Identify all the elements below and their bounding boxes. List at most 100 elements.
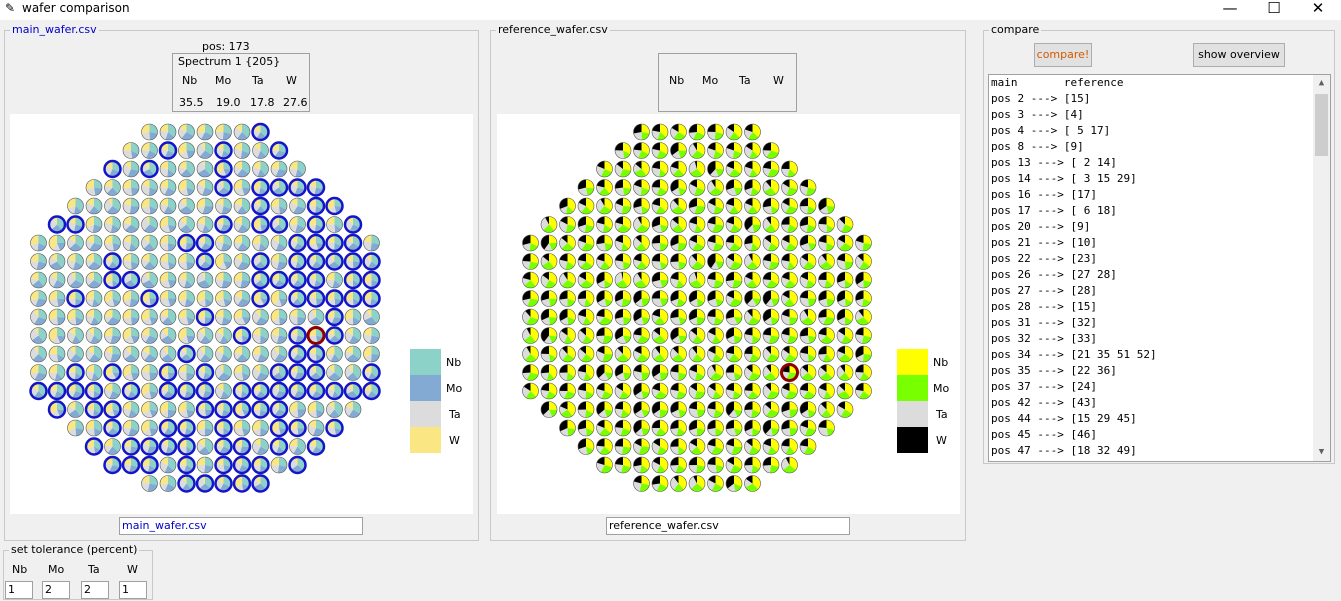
- wafer-spot[interactable]: [596, 271, 613, 289]
- wafer-spot[interactable]: [251, 196, 270, 216]
- wafer-spot[interactable]: [633, 271, 650, 289]
- wafer-spot[interactable]: [836, 345, 854, 363]
- wafer-spot[interactable]: [158, 418, 178, 438]
- wafer-spot[interactable]: [633, 401, 650, 418]
- wafer-spot[interactable]: [122, 327, 140, 344]
- show-overview-button[interactable]: show overview: [1193, 43, 1285, 67]
- wafer-spot[interactable]: [540, 308, 558, 326]
- wafer-spot[interactable]: [670, 216, 687, 233]
- wafer-spot[interactable]: [744, 197, 761, 215]
- wafer-spot[interactable]: [688, 419, 706, 437]
- wafer-spot[interactable]: [762, 142, 780, 159]
- wafer-spot[interactable]: [688, 234, 706, 252]
- wafer-spot[interactable]: [85, 327, 103, 344]
- wafer-spot[interactable]: [122, 345, 140, 363]
- wafer-spot[interactable]: [725, 401, 743, 418]
- wafer-spot[interactable]: [818, 364, 835, 381]
- wafer-spot[interactable]: [159, 308, 177, 326]
- wafer-spot[interactable]: [651, 197, 669, 215]
- wafer-spot[interactable]: [362, 381, 381, 401]
- wafer-spot[interactable]: [670, 438, 687, 455]
- wafer-spot[interactable]: [762, 216, 780, 233]
- wafer-spot[interactable]: [633, 216, 650, 233]
- wafer-spot[interactable]: [325, 381, 344, 401]
- wafer-spot[interactable]: [651, 253, 669, 270]
- wafer-spot[interactable]: [288, 455, 307, 475]
- wafer-spot[interactable]: [66, 289, 85, 308]
- wafer-spot[interactable]: [269, 381, 289, 401]
- wafer-spot[interactable]: [326, 271, 343, 289]
- wafer-spot[interactable]: [252, 308, 269, 326]
- wafer-spot[interactable]: [762, 401, 780, 418]
- wafer-spot[interactable]: [596, 438, 613, 455]
- wafer-spot[interactable]: [251, 289, 270, 308]
- wafer-spot[interactable]: [141, 142, 158, 159]
- wafer-spot[interactable]: [252, 142, 269, 159]
- wafer-spot[interactable]: [614, 438, 632, 455]
- wafer-spot[interactable]: [48, 345, 66, 363]
- wafer-spot[interactable]: [633, 456, 650, 474]
- wafer-spot[interactable]: [670, 456, 687, 474]
- wafer-spot[interactable]: [195, 474, 215, 493]
- wafer-spot[interactable]: [799, 234, 817, 252]
- wafer-spot[interactable]: [288, 233, 307, 253]
- wafer-spot[interactable]: [178, 179, 195, 196]
- wafer-spot[interactable]: [818, 308, 835, 326]
- wafer-spot[interactable]: [725, 345, 743, 363]
- wafer-spot[interactable]: [30, 345, 47, 363]
- wafer-spot[interactable]: [85, 308, 103, 326]
- wafer-spot[interactable]: [781, 234, 798, 252]
- list-item[interactable]: pos 32 ---> [33]: [989, 331, 1330, 347]
- wafer-spot[interactable]: [855, 290, 872, 307]
- wafer-spot[interactable]: [559, 216, 576, 233]
- wafer-spot[interactable]: [614, 327, 632, 344]
- wafer-spot[interactable]: [596, 253, 613, 270]
- wafer-spot[interactable]: [725, 308, 743, 326]
- wafer-spot[interactable]: [596, 419, 613, 437]
- wafer-spot[interactable]: [651, 475, 669, 492]
- wafer-spot[interactable]: [251, 215, 270, 234]
- wafer-spot[interactable]: [251, 178, 270, 197]
- wafer-spot[interactable]: [104, 179, 121, 196]
- wafer-spot[interactable]: [270, 160, 288, 178]
- wafer-spot[interactable]: [725, 438, 743, 455]
- wafer-spot[interactable]: [344, 401, 362, 418]
- wafer-spot[interactable]: [48, 364, 66, 381]
- wafer-spot[interactable]: [158, 437, 178, 456]
- wafer-spot[interactable]: [343, 270, 363, 290]
- wafer-spot[interactable]: [670, 327, 687, 344]
- wafer-spot[interactable]: [633, 438, 650, 455]
- wafer-spot[interactable]: [122, 179, 140, 196]
- main-wafer-map[interactable]: [10, 114, 473, 514]
- wafer-spot[interactable]: [215, 271, 232, 289]
- wafer-spot[interactable]: [818, 234, 835, 252]
- compare-result-list[interactable]: main reference pos 2 ---> [15] pos 3 --->…: [988, 74, 1331, 462]
- wafer-spot[interactable]: [651, 401, 669, 418]
- wafer-spot[interactable]: [707, 419, 724, 437]
- wafer-spot[interactable]: [306, 252, 326, 271]
- wafer-spot[interactable]: [651, 345, 669, 363]
- wafer-spot[interactable]: [725, 197, 743, 215]
- wafer-spot[interactable]: [651, 123, 669, 141]
- wafer-spot[interactable]: [762, 308, 780, 326]
- wafer-spot[interactable]: [781, 456, 798, 474]
- wafer-spot[interactable]: [104, 290, 121, 307]
- wafer-spot[interactable]: [522, 253, 539, 270]
- wafer-spot[interactable]: [289, 197, 306, 215]
- wafer-spot[interactable]: [122, 160, 140, 178]
- wafer-spot[interactable]: [559, 401, 576, 418]
- wafer-spot[interactable]: [725, 327, 743, 344]
- wafer-spot[interactable]: [122, 253, 140, 270]
- wafer-spot[interactable]: [30, 364, 47, 381]
- wafer-spot[interactable]: [67, 271, 84, 289]
- wafer-spot[interactable]: [288, 289, 307, 308]
- tol-input-w[interactable]: 1: [119, 581, 147, 599]
- wafer-spot[interactable]: [159, 290, 177, 307]
- wafer-spot[interactable]: [67, 401, 84, 418]
- wafer-spot[interactable]: [799, 438, 817, 455]
- wafer-spot[interactable]: [159, 179, 177, 196]
- wafer-spot[interactable]: [670, 179, 687, 196]
- wafer-spot[interactable]: [725, 475, 743, 492]
- wafer-spot[interactable]: [141, 475, 158, 492]
- wafer-spot[interactable]: [725, 290, 743, 307]
